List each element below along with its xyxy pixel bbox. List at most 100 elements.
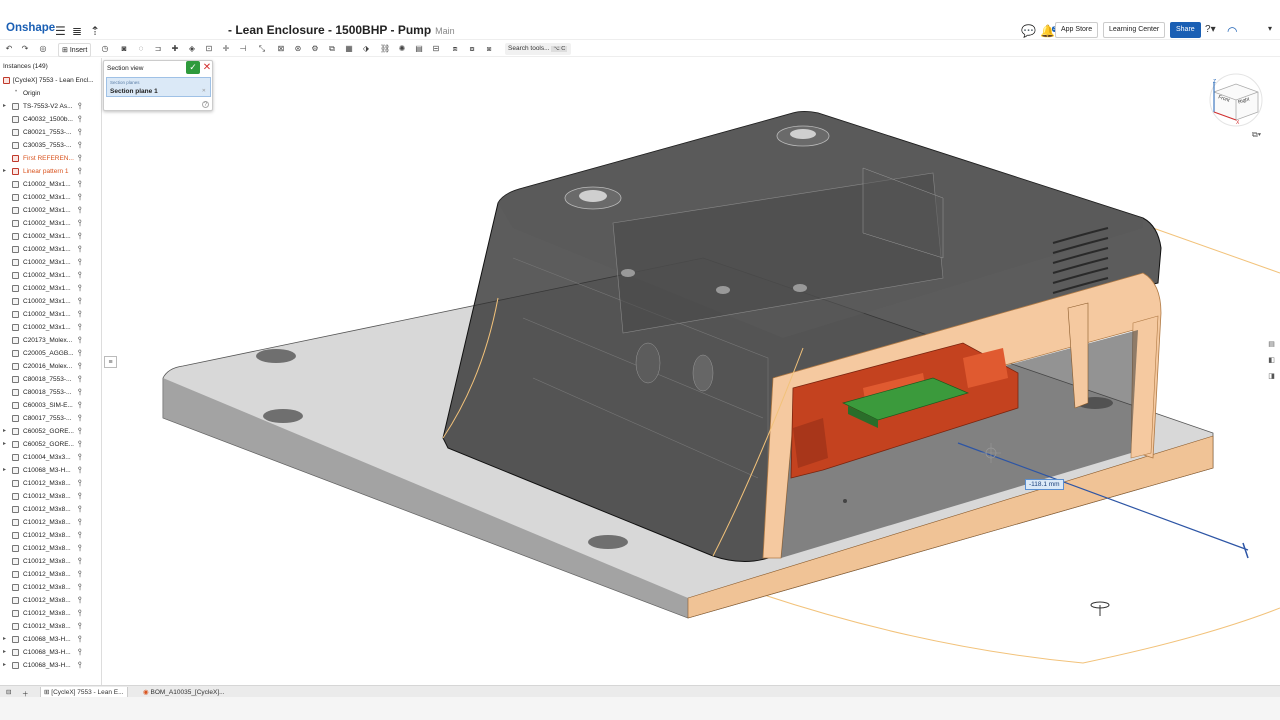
ball-mate-icon[interactable]: ✛ <box>221 44 231 54</box>
remove-selection-icon[interactable]: ✕ <box>202 88 206 94</box>
mate-connector-icon[interactable]: ⊛ <box>293 44 303 54</box>
instance-item[interactable]: ▸ C10068_M3-H... ⫯ <box>0 646 101 659</box>
instance-item[interactable]: C20173_Molex... ⫯ <box>0 334 101 347</box>
comments-icon[interactable]: 💬 <box>1021 24 1036 38</box>
linear-relation-icon[interactable]: ⬗ <box>361 44 371 54</box>
tab-bom[interactable]: ◉ BOM_A10035_[CycleX]... <box>140 687 228 697</box>
properties-icon[interactable]: ▤ <box>1267 340 1276 349</box>
expand-chevron-icon[interactable]: ▸ <box>3 440 6 447</box>
instance-item[interactable]: C10002_M3x1... ⫯ <box>0 191 101 204</box>
add-tab-button[interactable]: ＋ <box>19 687 32 698</box>
instance-item[interactable]: ▸ Linear pattern 1 ⫯ <box>0 165 101 178</box>
instance-item[interactable]: C80018_7553-... ⫯ <box>0 373 101 386</box>
instance-item[interactable]: C10002_M3x1... ⫯ <box>0 295 101 308</box>
appearance-icon[interactable]: ◧ <box>1267 356 1276 365</box>
named-views-icon[interactable]: ⊟ <box>431 44 441 54</box>
display-states-icon[interactable]: ⧈ <box>450 44 460 54</box>
expand-chevron-icon[interactable]: ▸ <box>3 167 6 174</box>
instance-item[interactable]: C20016_Molex... ⫯ <box>0 360 101 373</box>
mate-features-icon[interactable]: ◨ <box>1267 372 1276 381</box>
rack-pinion-icon[interactable]: ⧉ <box>327 44 337 54</box>
screw-relation-icon[interactable]: ▦ <box>344 44 354 54</box>
instance-item[interactable]: C10012_M3x8... ⫯ <box>0 529 101 542</box>
instance-item[interactable]: C10004_M3x3... ⫯ <box>0 451 101 464</box>
group-icon[interactable]: ⊠ <box>276 44 286 54</box>
dimension-value-label[interactable]: -118.1 mm <box>1025 479 1064 490</box>
instance-item[interactable]: C10002_M3x1... ⫯ <box>0 308 101 321</box>
hamburger-menu-icon[interactable]: ☰ <box>55 24 66 38</box>
expand-chevron-icon[interactable]: ▸ <box>3 661 6 668</box>
planar-mate-icon[interactable]: ✚ <box>170 44 180 54</box>
instance-item[interactable]: C10012_M3x8... ⫯ <box>0 516 101 529</box>
instance-item[interactable]: C80021_7553-... ⫯ <box>0 126 101 139</box>
slider-mate-icon[interactable]: ⊐ <box>153 44 163 54</box>
instance-item[interactable]: C40032_1500b... ⫯ <box>0 113 101 126</box>
cancel-button[interactable]: ✕ <box>202 61 212 74</box>
instance-item[interactable]: C10002_M3x1... ⫯ <box>0 230 101 243</box>
share-button[interactable]: Share <box>1170 22 1201 38</box>
expand-chevron-icon[interactable]: ▸ <box>3 648 6 655</box>
instance-item[interactable]: C10002_M3x1... ⫯ <box>0 256 101 269</box>
feature-list-toggle-icon[interactable]: ≡ <box>104 356 117 368</box>
expand-chevron-icon[interactable]: ▸ <box>3 102 6 109</box>
replicate-icon[interactable]: ◷ <box>100 44 110 54</box>
instance-item[interactable]: C10002_M3x1... ⫯ <box>0 282 101 295</box>
fastened-mate-icon[interactable]: ◙ <box>119 44 129 54</box>
instance-item[interactable]: C10012_M3x8... ⫯ <box>0 581 101 594</box>
instance-item[interactable]: ▸ TS-7553-V2 As... ⫯ <box>0 100 101 113</box>
app-store-button[interactable]: App Store <box>1055 22 1099 38</box>
section-planes-field[interactable]: Section planes Section plane 1 ✕ <box>106 77 211 97</box>
user-avatar-icon[interactable]: ◠ <box>1227 24 1237 38</box>
instance-item[interactable]: C10012_M3x8... ⫯ <box>0 503 101 516</box>
instance-item[interactable]: First REFEREN... ⫯ <box>0 152 101 165</box>
help-icon[interactable]: ?▾ <box>1205 24 1216 35</box>
configurations-icon[interactable]: ⧇ <box>467 44 477 54</box>
graphics-area[interactable]: -118.1 mm <box>103 58 1280 685</box>
document-title[interactable]: - Lean Enclosure - 1500BHP - Pump Main <box>228 23 455 37</box>
instance-item[interactable]: C10002_M3x1... ⫯ <box>0 243 101 256</box>
bom-icon[interactable]: ▤ <box>414 44 424 54</box>
account-dropdown-icon[interactable]: ▾ <box>1268 24 1272 33</box>
gear-relation-icon[interactable]: ⚙ <box>310 44 320 54</box>
measure-icon[interactable]: ✺ <box>397 44 407 54</box>
instance-item[interactable]: C10012_M3x8... ⫯ <box>0 568 101 581</box>
expand-chevron-icon[interactable]: ▸ <box>3 635 6 642</box>
view-cube[interactable]: Z Front Right X <box>1206 68 1270 130</box>
tab-assembly[interactable]: ⊞ [CycleX] 7553 - Lean E... <box>40 687 128 697</box>
feature-list-icon[interactable]: ≣ <box>72 24 82 38</box>
instance-item[interactable]: C10002_M3x1... ⫯ <box>0 269 101 282</box>
instance-item[interactable]: C10002_M3x1... ⫯ <box>0 204 101 217</box>
accept-button[interactable]: ✓ <box>186 61 200 74</box>
instance-item[interactable]: C10002_M3x1... ⫯ <box>0 217 101 230</box>
origin-item[interactable]: • Origin <box>0 87 101 100</box>
instance-item[interactable]: ▸ C60052_GORE... ⫯ <box>0 438 101 451</box>
instance-item[interactable]: C10012_M3x8... ⫯ <box>0 607 101 620</box>
instance-item[interactable]: C10012_M3x8... ⫯ <box>0 620 101 633</box>
instance-item[interactable]: C10002_M3x1... ⫯ <box>0 178 101 191</box>
undo-icon[interactable]: ↶ <box>4 44 14 54</box>
explode-icon[interactable]: ⛓ <box>380 44 390 54</box>
revolute-mate-icon[interactable]: ◌ <box>136 44 146 54</box>
instance-item[interactable]: ▸ C10068_M3-H... ⫯ <box>0 633 101 646</box>
insert-button[interactable]: ⊞ Insert <box>58 43 92 57</box>
search-tools-input[interactable]: Search tools... ⌥ C <box>505 43 571 55</box>
tangent-mate-icon[interactable]: ⤡ <box>257 44 267 54</box>
expand-chevron-icon[interactable]: ▸ <box>3 427 6 434</box>
instance-item[interactable]: C80017_7553-... ⫯ <box>0 412 101 425</box>
tab-manager-icon[interactable]: ⊟ <box>3 687 14 697</box>
instance-item[interactable]: C10012_M3x8... ⫯ <box>0 477 101 490</box>
instance-item[interactable]: C10012_M3x8... ⫯ <box>0 542 101 555</box>
instance-item[interactable]: C20005_AGGB... ⫯ <box>0 347 101 360</box>
instance-item[interactable]: C60003_SIM-E... ⫯ <box>0 399 101 412</box>
section-view-icon[interactable]: ◎ <box>38 44 48 54</box>
pin-slot-mate-icon[interactable]: ⊡ <box>204 44 214 54</box>
instance-root[interactable]: [CycleX] 7553 - Lean Encl... <box>0 74 101 87</box>
instance-item[interactable]: C10012_M3x8... ⫯ <box>0 490 101 503</box>
instance-item[interactable]: C10012_M3x8... ⫯ <box>0 594 101 607</box>
manipulator-triad[interactable] <box>1090 601 1110 616</box>
expand-chevron-icon[interactable]: ▸ <box>3 466 6 473</box>
instance-item[interactable]: C10002_M3x1... ⫯ <box>0 321 101 334</box>
redo-icon[interactable]: ↷ <box>20 44 30 54</box>
instance-item[interactable]: ▸ C10068_M3-H... ⫯ <box>0 659 101 672</box>
instance-item[interactable]: ▸ C60052_GORE... ⫯ <box>0 425 101 438</box>
